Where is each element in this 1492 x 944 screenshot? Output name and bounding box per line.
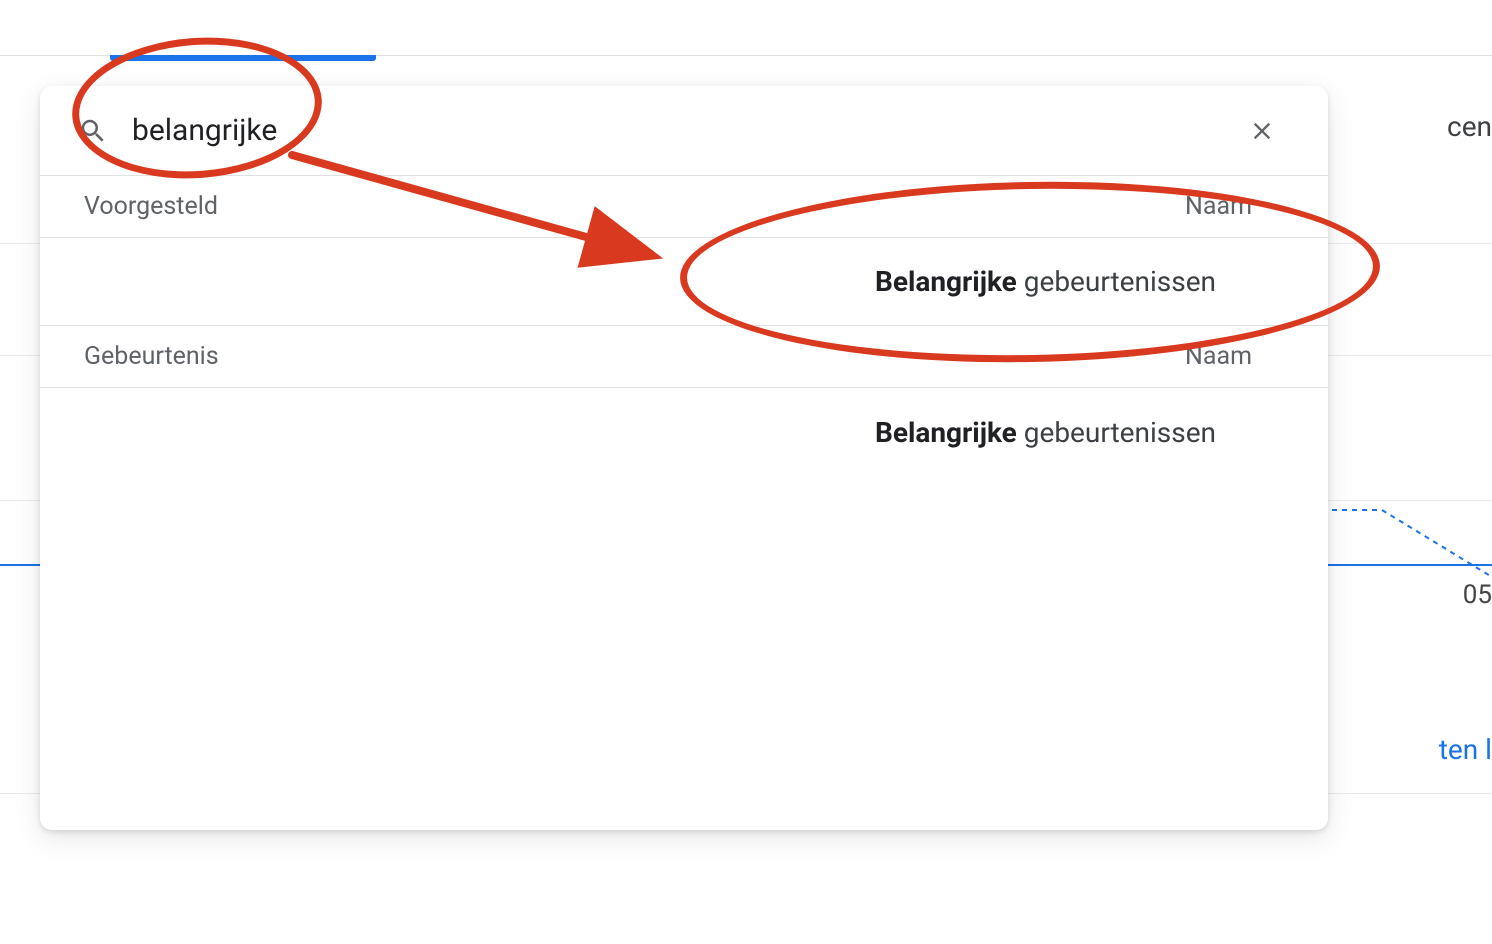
match-rest: gebeurtenissen xyxy=(1017,265,1216,298)
background-text-fragment: cen xyxy=(1447,110,1492,143)
match-highlight: Belangrijke xyxy=(875,416,1017,449)
background-topbar xyxy=(0,0,1492,56)
search-row xyxy=(40,86,1328,176)
background-link-fragment: ten l xyxy=(1439,733,1492,766)
background-axis-tick: 05 xyxy=(1463,580,1492,610)
event-row-key-events[interactable]: Belangrijke gebeurtenissen xyxy=(40,388,1328,476)
metric-search-dropdown: Voorgesteld Naam Belangrijke gebeurtenis… xyxy=(40,86,1328,830)
result-text: Belangrijke gebeurtenissen xyxy=(875,416,1216,449)
match-rest: gebeurtenissen xyxy=(1017,416,1216,449)
result-text: Belangrijke gebeurtenissen xyxy=(875,265,1216,298)
section-header-event: Gebeurtenis Naam xyxy=(40,326,1328,388)
section-column-label: Naam xyxy=(1185,342,1252,371)
clear-search-button[interactable] xyxy=(1240,109,1284,153)
close-icon xyxy=(1248,117,1276,145)
section-label: Voorgesteld xyxy=(84,192,218,221)
match-highlight: Belangrijke xyxy=(875,265,1017,298)
section-label: Gebeurtenis xyxy=(84,342,219,371)
search-icon xyxy=(78,116,108,146)
metric-search-input[interactable] xyxy=(108,113,1240,148)
section-header-suggested: Voorgesteld Naam xyxy=(40,176,1328,238)
background-tab-underline xyxy=(110,55,376,61)
suggestion-row-key-events[interactable]: Belangrijke gebeurtenissen xyxy=(40,238,1328,326)
section-column-label: Naam xyxy=(1185,192,1252,221)
